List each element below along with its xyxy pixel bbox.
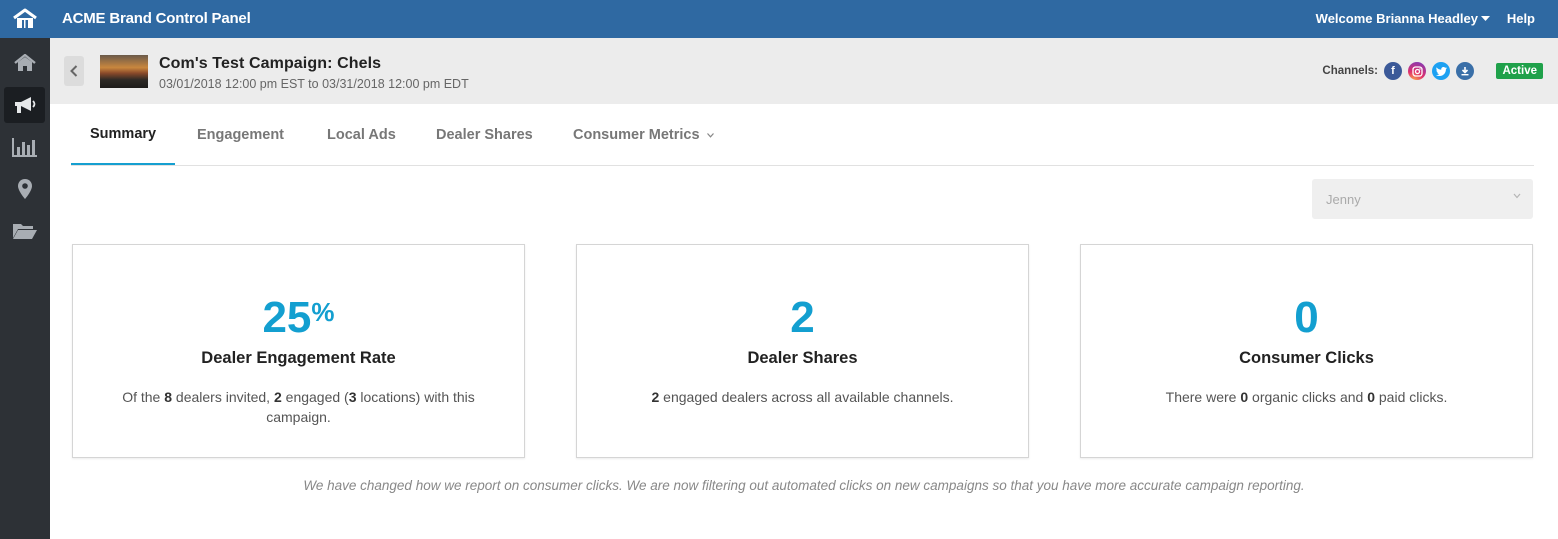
map-pin-icon (17, 179, 32, 199)
bar-chart-icon (11, 138, 37, 157)
megaphone-icon (14, 97, 35, 113)
card-value-suffix: % (311, 297, 335, 327)
chevron-left-icon (70, 65, 78, 77)
tab-consumer-metrics-label: Consumer Metrics (573, 127, 700, 143)
card-value: 0 (1081, 293, 1532, 343)
card-title: Consumer Clicks (1239, 349, 1374, 367)
card-value-number: 2 (790, 293, 815, 342)
user-menu[interactable]: Welcome Brianna Headley (1316, 11, 1490, 26)
card-dealer-engagement-rate: 25% Dealer Engagement Rate Of the 8 deal… (72, 244, 525, 458)
tab-consumer-metrics[interactable]: Consumer Metrics (573, 104, 714, 166)
sidebar-item-home[interactable] (4, 45, 45, 81)
sidebar-item-locations[interactable] (4, 171, 45, 207)
home-icon (13, 54, 36, 71)
help-link[interactable]: Help (1507, 11, 1535, 26)
card-title: Dealer Shares (747, 349, 858, 367)
channels: Channels: f (1322, 62, 1474, 80)
download-icon[interactable] (1456, 62, 1474, 80)
card-description: 2 engaged dealers across all available c… (651, 389, 954, 405)
card-value-number: 25 (262, 293, 312, 342)
card-dealer-shares: 2 Dealer Shares 2 engaged dealers across… (576, 244, 1029, 458)
card-value: 2 (577, 293, 1028, 343)
top-bar: ACME Brand Control Panel Welcome Brianna… (0, 0, 1558, 38)
campaign-dates: 03/01/2018 12:00 pm EST to 03/31/2018 12… (159, 77, 469, 91)
welcome-label: Welcome Brianna Headley (1315, 11, 1478, 26)
tab-engagement[interactable]: Engagement (197, 104, 284, 166)
card-value: 25% (73, 293, 524, 343)
tab-local-ads[interactable]: Local Ads (327, 104, 396, 166)
status-badge: Active (1496, 63, 1543, 79)
brand-logo[interactable] (0, 0, 50, 38)
chevron-down-icon (706, 132, 714, 138)
channels-label: Channels: (1322, 65, 1378, 77)
card-description: Of the 8 dealers invited, 2 engaged (3 l… (122, 389, 475, 425)
reporting-notice: We have changed how we report on consume… (303, 478, 1305, 493)
chevron-down-icon (1513, 193, 1521, 199)
folder-open-icon (12, 224, 37, 239)
campaign-title: Com's Test Campaign: Chels (159, 55, 382, 72)
dealer-select-value: Jenny (1326, 191, 1361, 207)
app-title: ACME Brand Control Panel (62, 10, 251, 27)
campaign-header: Com's Test Campaign: Chels 03/01/2018 12… (50, 38, 1558, 104)
card-value-number: 0 (1294, 293, 1319, 342)
twitter-bird-icon (1435, 66, 1447, 76)
sidebar-item-files[interactable] (4, 213, 45, 249)
sidebar-item-campaigns[interactable] (4, 87, 45, 123)
back-button[interactable] (64, 56, 84, 86)
card-description: There were 0 organic clicks and 0 paid c… (1165, 389, 1448, 405)
dealer-select[interactable]: Jenny (1312, 179, 1533, 219)
caret-down-icon (1481, 15, 1490, 21)
card-consumer-clicks: 0 Consumer Clicks There were 0 organic c… (1080, 244, 1533, 458)
tab-summary[interactable]: Summary (71, 104, 176, 165)
instagram-glyph-icon (1411, 65, 1423, 77)
tab-dealer-shares[interactable]: Dealer Shares (436, 104, 533, 166)
campaign-thumbnail (100, 55, 148, 88)
sidebar (0, 38, 50, 539)
download-arrow-icon (1461, 67, 1469, 76)
card-title: Dealer Engagement Rate (201, 349, 396, 367)
twitter-icon[interactable] (1432, 62, 1450, 80)
instagram-icon[interactable] (1408, 62, 1426, 80)
facebook-icon[interactable]: f (1384, 62, 1402, 80)
tab-bar: Summary Engagement Local Ads Dealer Shar… (71, 104, 1534, 166)
sidebar-item-reports[interactable] (4, 129, 45, 165)
house-logo-icon (13, 8, 37, 28)
